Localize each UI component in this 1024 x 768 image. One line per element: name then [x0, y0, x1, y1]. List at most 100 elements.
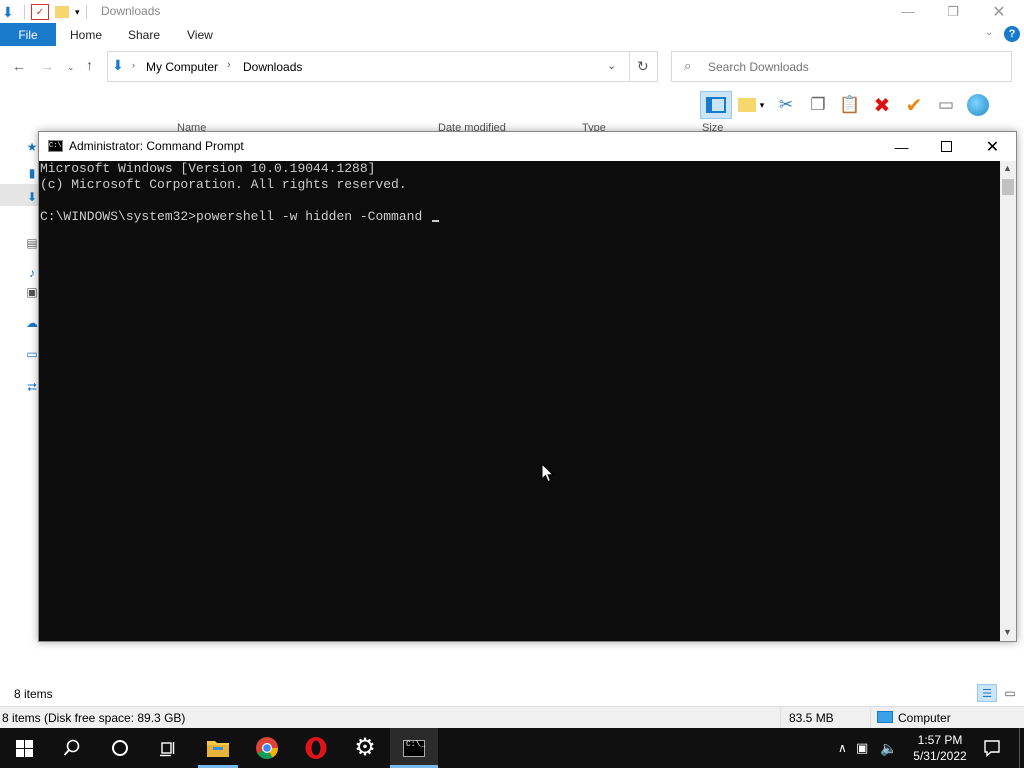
breadcrumb-downloads[interactable]: Downloads [243, 60, 302, 74]
globe-icon[interactable] [962, 91, 994, 119]
taskbar-file-explorer[interactable] [194, 728, 242, 768]
details-bar: 8 items (Disk free space: 89.3 GB) 83.5 … [0, 706, 1024, 728]
copy-icon[interactable]: ❐ [802, 91, 834, 119]
breadcrumb-chevron-icon[interactable]: › [132, 60, 135, 70]
mouse-cursor-icon [541, 463, 554, 483]
volume-icon[interactable]: 🔈 [880, 740, 902, 757]
minimize-icon: — [894, 138, 909, 155]
tab-home[interactable]: Home [70, 23, 102, 46]
windows-start-icon [15, 739, 33, 757]
cmd-minimize-button[interactable]: — [879, 132, 924, 161]
minimize-icon: — [901, 4, 915, 19]
scroll-thumb[interactable] [1002, 179, 1014, 195]
clock-time: 1:57 PM [917, 733, 963, 747]
help-icon[interactable]: ? [1004, 26, 1020, 42]
recent-locations-icon[interactable]: ⌄ [67, 62, 75, 73]
delete-icon[interactable]: ✖ [866, 91, 898, 119]
console-scrollbar[interactable]: ▲ ▼ [1000, 161, 1016, 641]
new-folder-toolbar-icon[interactable]: ▾ [732, 91, 770, 119]
tab-view[interactable]: View [187, 23, 213, 46]
taskbar-command-prompt[interactable]: C:\_ [390, 728, 438, 768]
preview-pane-icon[interactable] [700, 91, 732, 119]
status-bar: 8 items ☰ ▭ [0, 684, 1024, 704]
address-dropdown-icon[interactable]: ⌄ [607, 59, 616, 72]
system-tray: ∧ ▣ 🔈 [838, 728, 902, 768]
settings-icon: ⚙ [354, 734, 376, 761]
taskbar-chrome[interactable] [243, 728, 291, 768]
cmd-maximize-button[interactable] [924, 132, 969, 161]
taskbar-opera[interactable] [292, 728, 340, 768]
tab-file[interactable]: File [0, 23, 56, 46]
console-command: C:\WINDOWS\system32>powershell -w hidden… [40, 209, 431, 224]
console-line: Microsoft Windows [Version 10.0.19044.12… [40, 161, 376, 176]
computer-icon [877, 711, 893, 723]
network-icon[interactable]: ▣ [856, 740, 880, 756]
notifications-icon [984, 740, 1000, 757]
command-toolbar: ▾ ✂ ❐ 📋 ✖ ✔ ▭ [700, 90, 994, 120]
new-folder-icon[interactable] [55, 6, 69, 18]
separator [85, 5, 87, 19]
show-desktop-button[interactable] [1019, 728, 1024, 768]
rename-icon[interactable]: ▭ [930, 91, 962, 119]
properties-icon[interactable]: ✓ [31, 4, 49, 20]
expand-ribbon-icon[interactable]: ⌄ [985, 27, 993, 38]
cmd-window-title: Administrator: Command Prompt [69, 139, 244, 153]
paste-icon[interactable]: 📋 [834, 91, 866, 119]
scroll-down-icon[interactable]: ▼ [1003, 627, 1012, 637]
console-prompt-line: C:\WINDOWS\system32>powershell -w hidden… [40, 209, 1000, 225]
search-input[interactable] [708, 58, 998, 76]
large-icons-view-icon[interactable]: ▭ [1001, 685, 1019, 701]
minimize-button[interactable]: — [885, 0, 931, 23]
scroll-up-icon[interactable]: ▲ [1003, 163, 1012, 173]
breadcrumb-my-computer[interactable]: My Computer [146, 60, 218, 74]
separator [629, 52, 630, 81]
back-icon[interactable]: ← [12, 58, 26, 74]
text-cursor [432, 220, 440, 222]
ribbon-tabs: File Home Share View ⌄ ? [0, 23, 1024, 46]
start-button[interactable] [0, 728, 48, 768]
cmd-app-icon: C:\ [48, 140, 63, 152]
up-icon[interactable]: ↑ [86, 57, 93, 73]
close-button[interactable]: ✕ [976, 0, 1022, 23]
show-hidden-icons-icon[interactable]: ∧ [838, 741, 854, 755]
opera-icon [305, 737, 327, 759]
command-prompt-window[interactable]: C:\ Administrator: Command Prompt — ✕ Mi… [38, 131, 1017, 642]
window-title: Downloads [101, 4, 161, 18]
address-bar[interactable]: ⬇ › My Computer › Downloads ⌄ ↻ [107, 51, 658, 82]
forward-icon[interactable]: → [40, 58, 54, 74]
separator [24, 5, 25, 19]
item-count: 8 items [14, 687, 53, 701]
details-view-icon[interactable]: ☰ [977, 684, 997, 702]
file-explorer-icon [207, 741, 229, 757]
cmd-close-button[interactable]: ✕ [970, 132, 1015, 161]
cut-icon[interactable]: ✂ [770, 91, 802, 119]
task-view-button[interactable] [144, 728, 192, 768]
location-label: Computer [898, 711, 951, 725]
cmd-titlebar[interactable]: C:\ Administrator: Command Prompt — ✕ [39, 132, 1016, 161]
search-icon [63, 739, 80, 756]
checkmark-icon[interactable]: ✔ [898, 91, 930, 119]
downloads-arrow-icon: ⬇ [2, 3, 14, 20]
clock[interactable]: 1:57 PM 5/31/2022 [900, 732, 980, 764]
search-box[interactable]: ⌕ [671, 51, 1012, 82]
cortana-button[interactable] [96, 728, 144, 768]
cortana-icon [112, 740, 128, 756]
chrome-icon [256, 737, 278, 759]
disk-summary: 8 items (Disk free space: 89.3 GB) [2, 711, 186, 725]
restore-icon: ❐ [947, 3, 959, 19]
quick-access-toolbar: ⬇ ✓ ▾ [2, 3, 93, 21]
refresh-icon[interactable]: ↻ [637, 58, 649, 75]
action-center-button[interactable] [970, 728, 1014, 768]
separator [780, 707, 781, 728]
selection-size: 83.5 MB [789, 711, 834, 725]
taskbar-search-button[interactable] [48, 728, 96, 768]
close-icon: ✕ [985, 138, 1000, 156]
task-view-icon [160, 742, 175, 757]
taskbar-settings[interactable]: ⚙ [341, 728, 389, 768]
breadcrumb-chevron-icon[interactable]: › [227, 59, 231, 71]
console-output[interactable]: Microsoft Windows [Version 10.0.19044.12… [39, 161, 1000, 641]
customize-qat-dropdown-icon[interactable]: ▾ [75, 7, 80, 18]
restore-button[interactable]: ❐ [930, 0, 976, 23]
tab-share[interactable]: Share [128, 23, 160, 46]
